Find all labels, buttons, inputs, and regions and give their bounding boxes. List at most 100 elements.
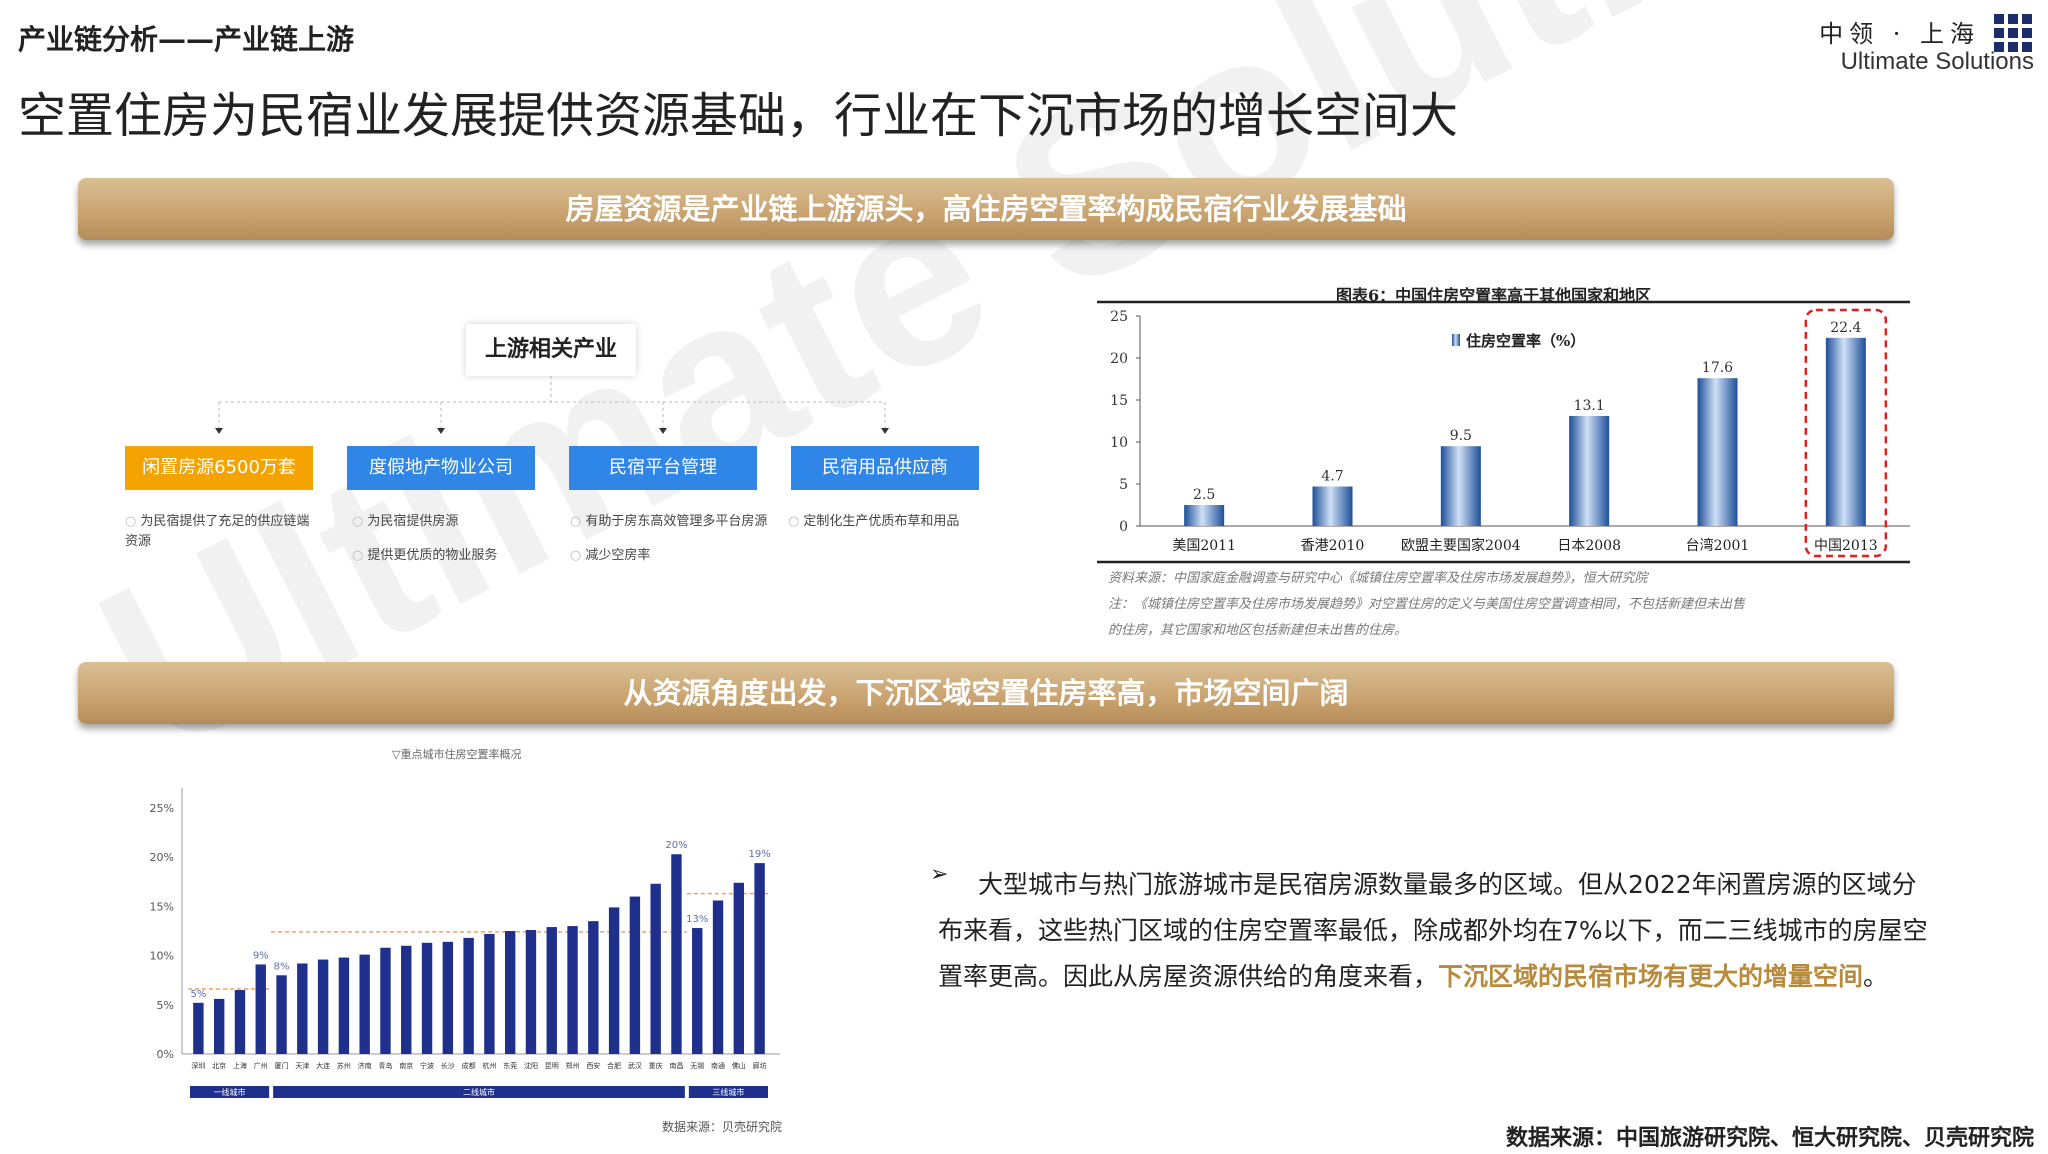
chart1-bar	[1440, 446, 1481, 526]
chart2-category-label: 沈阳	[524, 1061, 538, 1070]
chart2-bar	[359, 954, 370, 1054]
chart2-bar	[463, 937, 474, 1054]
chart2-category-label: 厦门	[275, 1061, 289, 1070]
logo-grid-icon	[1994, 14, 2034, 52]
chart2-bar	[525, 930, 537, 1054]
category-note-item: ○ 为民宿提供了充足的供应链端资源	[125, 512, 315, 552]
chart1-value-label: 22.4	[1830, 320, 1861, 336]
chart2-bar	[276, 975, 287, 1054]
chart2-source: 数据来源：贝壳研究院	[662, 1120, 783, 1134]
chart2-category-label: 大连	[316, 1061, 330, 1070]
chart2-group-label: 一线城市	[214, 1087, 246, 1097]
chart2-group-label: 三线城市	[712, 1087, 744, 1097]
arrow-down-icon	[437, 428, 445, 434]
banner-upstream: 房屋资源是产业链上游源头，高住房空置率构成民宿行业发展基础	[78, 178, 1894, 240]
chart1-ytick-label: 15	[1110, 393, 1128, 409]
category-note-item: ○ 定制化生产优质布草和用品	[788, 512, 988, 532]
chart2-category-label: 南京	[399, 1061, 413, 1070]
chart1-bar	[1569, 415, 1610, 526]
category-note-item: ○ 为民宿提供房源	[352, 512, 552, 532]
bullet-dot-icon: ○	[788, 514, 800, 529]
chart2-ytick-label: 20%	[150, 851, 174, 864]
chart2-category-label: 武汉	[628, 1061, 642, 1070]
category-notes: ○ 为民宿提供房源 ○ 提供更优质的物业服务	[352, 512, 552, 580]
category-note-text: 为民宿提供房源	[367, 514, 459, 529]
chart1-source-line: 注：《城镇住房空置率及住房市场发展趋势》对空置住房的定义与美国住房空置调查相同，…	[1108, 597, 1746, 612]
chart2-bar	[629, 896, 641, 1054]
category-notes: ○ 定制化生产优质布草和用品	[788, 512, 988, 546]
chart2-category-label: 北京	[212, 1061, 226, 1070]
chart1-bar	[1184, 505, 1225, 526]
arrow-down-icon	[881, 428, 889, 434]
chart2-value-label: 13%	[686, 914, 708, 925]
chart1-bar	[1312, 486, 1353, 526]
chart1-value-label: 4.7	[1321, 469, 1343, 485]
chart2-category-label: 宁波	[420, 1061, 434, 1070]
chart2-bar	[754, 863, 765, 1054]
chart2-value-label: 9%	[253, 950, 269, 961]
chart2-category-label: 无锡	[690, 1061, 704, 1070]
chart2-category-label: 东莞	[503, 1061, 517, 1070]
chart2-category-label: 昆明	[545, 1062, 559, 1070]
upstream-root-box: 上游相关产业	[466, 324, 636, 376]
chart2-category-label: 佛山	[732, 1061, 746, 1070]
chart2-ytick-label: 10%	[150, 950, 174, 963]
chart2-bar	[255, 964, 266, 1054]
category-box: 闲置房源6500万套	[125, 446, 313, 490]
chart1-category-label: 美国2011	[1172, 538, 1236, 554]
bullet-dot-icon: ○	[125, 514, 137, 529]
category-note-text: 定制化生产优质布草和用品	[803, 514, 960, 529]
chart2-bar	[692, 928, 703, 1054]
chart2-group-label: 二线城市	[463, 1087, 495, 1097]
chart2-category-label: 青岛	[378, 1061, 392, 1070]
chart2-value-label: 19%	[748, 849, 770, 860]
chart2-category-label: 重庆	[649, 1061, 663, 1070]
chart2-category-label: 广州	[254, 1061, 268, 1070]
category-note-text: 有助于房东高效管理多平台房源	[585, 514, 768, 529]
bullet-dot-icon: ○	[352, 514, 364, 529]
chart2-category-label: 南通	[711, 1061, 725, 1070]
chart2-bar	[338, 957, 350, 1054]
chart1-category-label: 香港2010	[1301, 538, 1365, 554]
chart1-source-line: 的住房，其它国家和地区包括新建但未出售的住房。	[1108, 623, 1408, 638]
chart2-category-label: 深圳	[191, 1061, 205, 1070]
chart1-vacancy-by-country: 0 5 10 15 20 25 住房空置率（%） 2.5 美国2011 4.7 香港2010 9.5 欧…	[1097, 300, 1910, 564]
chart1-value-label: 9.5	[1450, 428, 1472, 444]
chart1-bar	[1825, 337, 1866, 526]
section-label: 产业链分析——产业链上游	[18, 23, 355, 56]
category-notes: ○ 有助于房东高效管理多平台房源 ○ 减少空房率	[570, 512, 770, 580]
chart2-bar	[234, 990, 246, 1054]
chart2-category-label: 西安	[586, 1061, 600, 1070]
body-highlight: 下沉区域的民宿市场有更大的增量空间	[1438, 962, 1864, 991]
chart2-category-label: 郑州	[566, 1062, 580, 1070]
chart2-ytick-label: 5%	[157, 999, 174, 1012]
chart1-category-label: 欧盟主要国家2004	[1401, 537, 1521, 554]
chart2-city-vacancy: 0% 5% 10% 15% 20% 25% 一线城市 二线城市 三线城市 深圳 5% 北京 上海 广州 9%…	[150, 788, 780, 1098]
chart1-value-label: 13.1	[1574, 398, 1605, 414]
chart1-source-line: 资料来源：中国家庭金融调查与研究中心《城镇住房空置率及住房市场发展趋势》，恒大研…	[1108, 571, 1648, 586]
chart2-value-label: 5%	[190, 989, 206, 1000]
category-box: 民宿平台管理	[569, 446, 757, 490]
chart2-category-label: 济南	[358, 1061, 372, 1070]
chart2-bar	[504, 931, 516, 1054]
chart2-bar	[484, 933, 495, 1054]
category-box: 民宿用品供应商	[791, 446, 979, 490]
chart1-source-note: 资料来源：中国家庭金融调查与研究中心《城镇住房空置率及住房市场发展趋势》，恒大研…	[1108, 566, 1938, 644]
chart2-value-label: 8%	[274, 961, 290, 972]
chart1-legend-label: 住房空置率（%）	[1466, 332, 1585, 350]
banner-downstream: 从资源角度出发，下沉区域空置住房率高，市场空间广阔	[78, 662, 1894, 724]
category-note-text: 为民宿提供了充足的供应链端资源	[125, 514, 310, 549]
chart2-bar	[401, 945, 412, 1054]
body-text-end: 。	[1863, 962, 1889, 991]
chart2-category-label: 杭州	[482, 1061, 496, 1070]
logo-chinese-text: 中领 · 上海	[1819, 20, 1980, 48]
category-notes: ○ 为民宿提供了充足的供应链端资源	[125, 512, 315, 566]
chart2-bar	[297, 963, 308, 1054]
chart2-bar	[671, 854, 682, 1054]
logo-english-text: Ultimate Solutions	[1840, 48, 2034, 75]
chart2-category-label: 长沙	[441, 1061, 455, 1070]
chart2-bar	[213, 998, 225, 1054]
bullet-dot-icon: ○	[570, 548, 582, 563]
chart2-value-label: 20%	[665, 840, 687, 851]
footer-source: 数据来源：中国旅游研究院、恒大研究院、贝壳研究院	[1505, 1126, 2034, 1151]
